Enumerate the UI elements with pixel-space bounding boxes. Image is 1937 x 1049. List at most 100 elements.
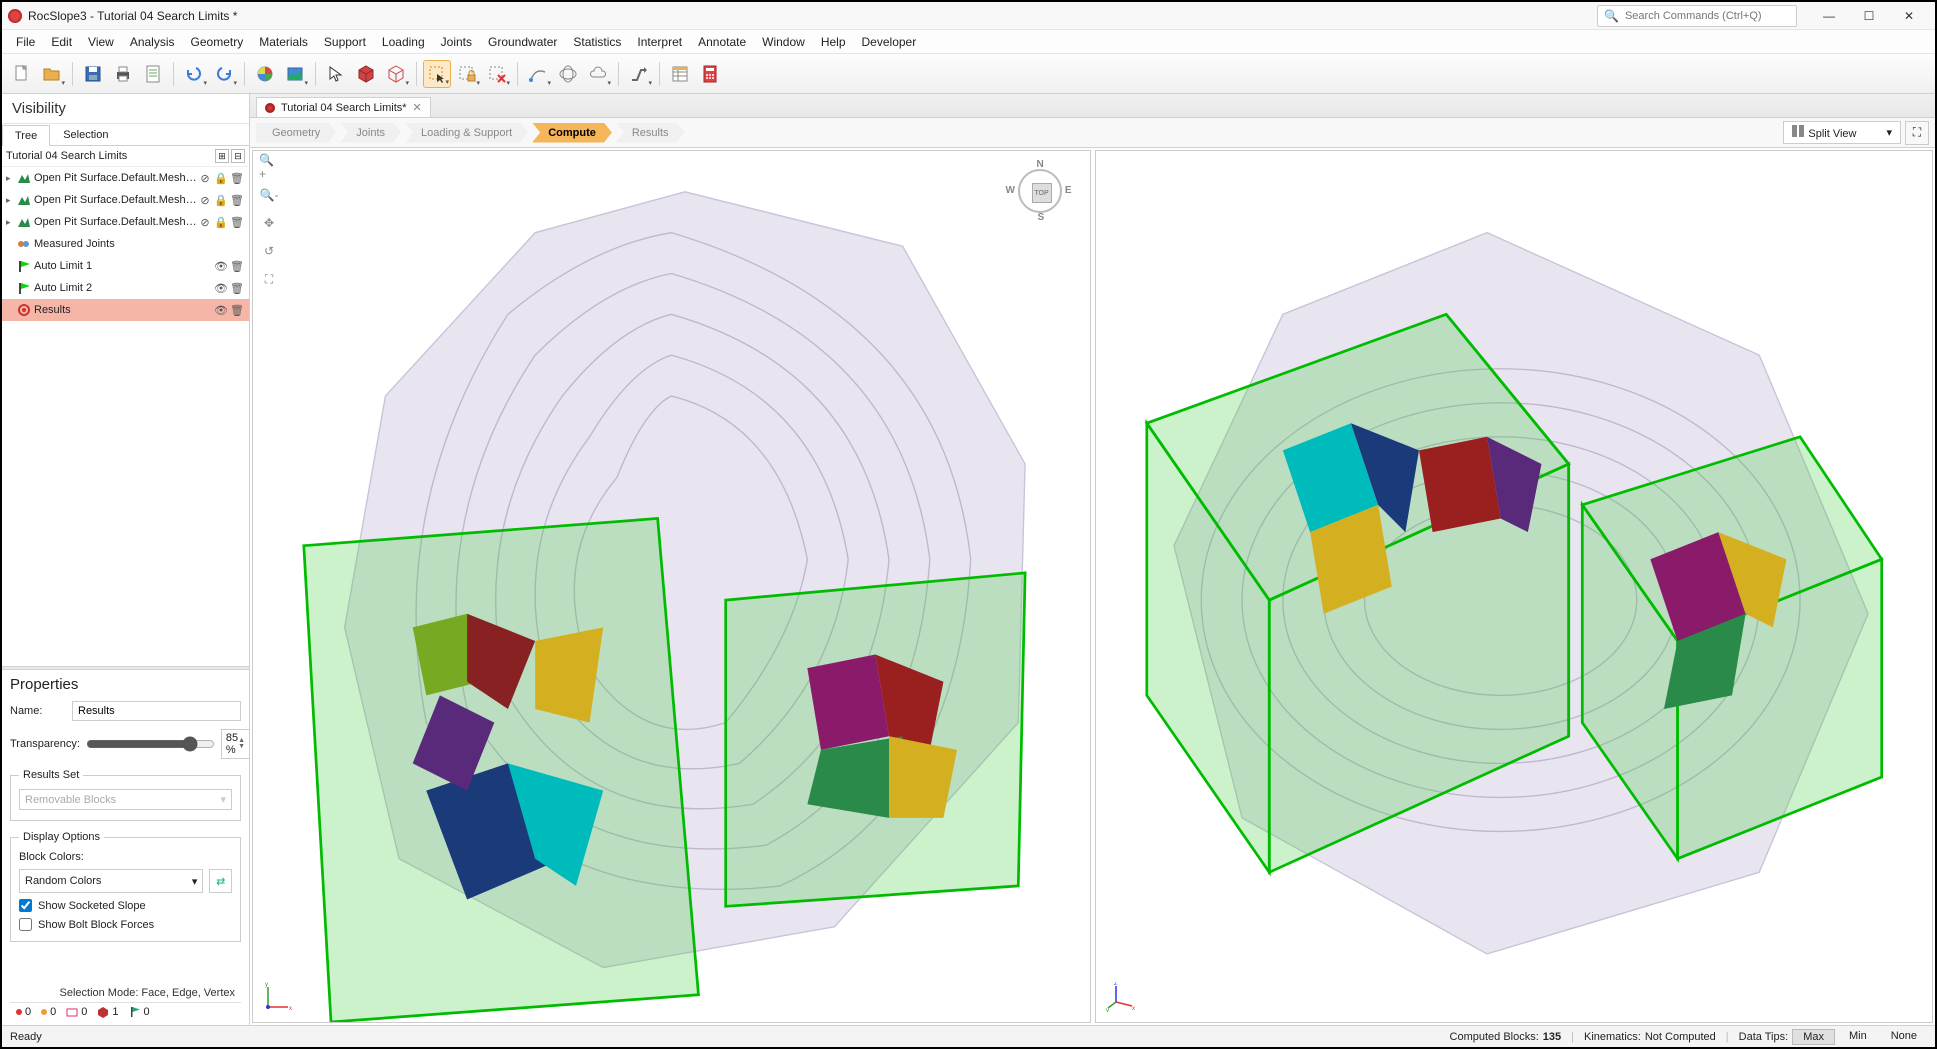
- menu-file[interactable]: File: [8, 32, 43, 52]
- lock-icon[interactable]: 🔒: [213, 194, 229, 207]
- visibility-eye-icon[interactable]: 👁: [213, 282, 229, 295]
- spin-down-icon[interactable]: ▼: [238, 744, 245, 750]
- mesh-button[interactable]: [554, 60, 582, 88]
- visibility-eye-icon[interactable]: 👁: [213, 260, 229, 273]
- workflow-step-joints[interactable]: Joints: [340, 123, 401, 143]
- expand-all-icon[interactable]: ⊞: [215, 149, 229, 163]
- menu-support[interactable]: Support: [316, 32, 374, 52]
- menu-interpret[interactable]: Interpret: [629, 32, 690, 52]
- transparency-value-box[interactable]: 85 % ▲▼: [221, 729, 249, 759]
- visibility-tab-tree[interactable]: Tree: [2, 125, 50, 146]
- compass-cube[interactable]: TOP: [1032, 183, 1052, 203]
- open-file-button[interactable]: ▾: [38, 60, 66, 88]
- menu-joints[interactable]: Joints: [433, 32, 480, 52]
- calculator-button[interactable]: [696, 60, 724, 88]
- expand-arrow-icon[interactable]: ▸: [6, 173, 16, 184]
- menu-materials[interactable]: Materials: [251, 32, 316, 52]
- expand-arrow-icon[interactable]: ▸: [6, 195, 16, 206]
- show-socketed-checkbox[interactable]: [19, 899, 32, 912]
- menu-developer[interactable]: Developer: [854, 32, 925, 52]
- zoom-in-icon[interactable]: 🔍+: [259, 157, 279, 177]
- menu-annotate[interactable]: Annotate: [690, 32, 754, 52]
- menu-geometry[interactable]: Geometry: [183, 32, 252, 52]
- tree-row-3[interactable]: Measured Joints: [2, 233, 249, 255]
- cube-wire-button[interactable]: ▾: [382, 60, 410, 88]
- visibility-eye-icon[interactable]: 👁: [213, 304, 229, 317]
- delete-icon[interactable]: 🗑: [229, 282, 245, 295]
- data-tip-min[interactable]: Min: [1839, 1029, 1877, 1045]
- lock-icon[interactable]: 🔒: [213, 172, 229, 185]
- table-button[interactable]: [666, 60, 694, 88]
- viewport-top[interactable]: 🔍+ 🔍- ✥ ↺ ⛶ TOP N S E W x y: [252, 150, 1091, 1023]
- pen-curve-button[interactable]: ▾: [524, 60, 552, 88]
- command-search-input[interactable]: [1625, 10, 1790, 22]
- tree-row-1[interactable]: ▸Open Pit Surface.Default.Mesh_ext.⊘🔒🗑: [2, 189, 249, 211]
- fit-icon[interactable]: ⛶: [259, 269, 279, 289]
- menu-window[interactable]: Window: [754, 32, 813, 52]
- transparency-slider[interactable]: [86, 736, 215, 752]
- delete-icon[interactable]: 🗑: [229, 304, 245, 317]
- viewport-perspective[interactable]: x y z: [1095, 150, 1934, 1023]
- lock-icon[interactable]: 🔒: [213, 216, 229, 229]
- view-mode-select[interactable]: Split View ▾: [1783, 121, 1901, 144]
- menu-view[interactable]: View: [80, 32, 122, 52]
- collapse-all-icon[interactable]: ⊟: [231, 149, 245, 163]
- delete-icon[interactable]: 🗑: [229, 260, 245, 273]
- report-button[interactable]: [139, 60, 167, 88]
- menu-groundwater[interactable]: Groundwater: [480, 32, 565, 52]
- workflow-step-loading-support[interactable]: Loading & Support: [405, 123, 528, 143]
- visibility-tab-selection[interactable]: Selection: [50, 124, 121, 145]
- pan-icon[interactable]: ✥: [259, 213, 279, 233]
- show-bolt-checkbox[interactable]: [19, 918, 32, 931]
- image-button[interactable]: ▾: [281, 60, 309, 88]
- minimize-button[interactable]: —: [1809, 2, 1849, 30]
- delete-icon[interactable]: 🗑: [229, 194, 245, 207]
- close-button[interactable]: ✕: [1889, 2, 1929, 30]
- delete-box-button[interactable]: ▾: [483, 60, 511, 88]
- delete-icon[interactable]: 🗑: [229, 216, 245, 229]
- delete-icon[interactable]: 🗑: [229, 172, 245, 185]
- zoom-out-icon[interactable]: 🔍-: [259, 185, 279, 205]
- lock-box-button[interactable]: ▾: [453, 60, 481, 88]
- maximize-button[interactable]: ☐: [1849, 2, 1889, 30]
- color-wheel-button[interactable]: [251, 60, 279, 88]
- save-button[interactable]: [79, 60, 107, 88]
- move-button[interactable]: ▾: [625, 60, 653, 88]
- tree-row-2[interactable]: ▸Open Pit Surface.Default.Mesh_ext.⊘🔒🗑: [2, 211, 249, 233]
- tree-row-4[interactable]: Auto Limit 1👁🗑: [2, 255, 249, 277]
- cloud-button[interactable]: ▾: [584, 60, 612, 88]
- redo-button[interactable]: ▾: [210, 60, 238, 88]
- document-tab[interactable]: Tutorial 04 Search Limits* ✕: [256, 97, 431, 117]
- tree-row-6[interactable]: Results👁🗑: [2, 299, 249, 321]
- shuffle-colors-button[interactable]: ⇄: [209, 869, 232, 893]
- menu-help[interactable]: Help: [813, 32, 854, 52]
- menu-analysis[interactable]: Analysis: [122, 32, 183, 52]
- visibility-hidden-icon[interactable]: ⊘: [197, 194, 213, 207]
- workflow-step-results[interactable]: Results: [616, 123, 685, 143]
- data-tip-max[interactable]: Max: [1792, 1029, 1835, 1045]
- close-tab-icon[interactable]: ✕: [413, 101, 422, 114]
- new-file-button[interactable]: [8, 60, 36, 88]
- workflow-step-geometry[interactable]: Geometry: [256, 123, 336, 143]
- visibility-hidden-icon[interactable]: ⊘: [197, 172, 213, 185]
- orbit-icon[interactable]: ↺: [259, 241, 279, 261]
- maximize-viewport-button[interactable]: ⛶: [1905, 121, 1929, 145]
- expand-arrow-icon[interactable]: ▸: [6, 217, 16, 228]
- box-select-button[interactable]: ▾: [423, 60, 451, 88]
- menu-edit[interactable]: Edit: [43, 32, 80, 52]
- visibility-hidden-icon[interactable]: ⊘: [197, 216, 213, 229]
- cube-red-button[interactable]: [352, 60, 380, 88]
- tree-row-5[interactable]: Auto Limit 2👁🗑: [2, 277, 249, 299]
- select-button[interactable]: [322, 60, 350, 88]
- print-button[interactable]: [109, 60, 137, 88]
- workflow-step-compute[interactable]: Compute: [532, 123, 612, 143]
- menu-statistics[interactable]: Statistics: [565, 32, 629, 52]
- tree-row-0[interactable]: ▸Open Pit Surface.Default.Mesh_ext.⊘🔒🗑: [2, 167, 249, 189]
- undo-button[interactable]: ▾: [180, 60, 208, 88]
- menu-loading[interactable]: Loading: [374, 32, 433, 52]
- block-colors-select[interactable]: Random Colors ▾: [19, 869, 203, 893]
- name-input[interactable]: [72, 701, 241, 721]
- data-tip-none[interactable]: None: [1881, 1029, 1927, 1045]
- results-set-select[interactable]: Removable Blocks ▾: [19, 789, 232, 810]
- command-search[interactable]: 🔍: [1597, 5, 1797, 27]
